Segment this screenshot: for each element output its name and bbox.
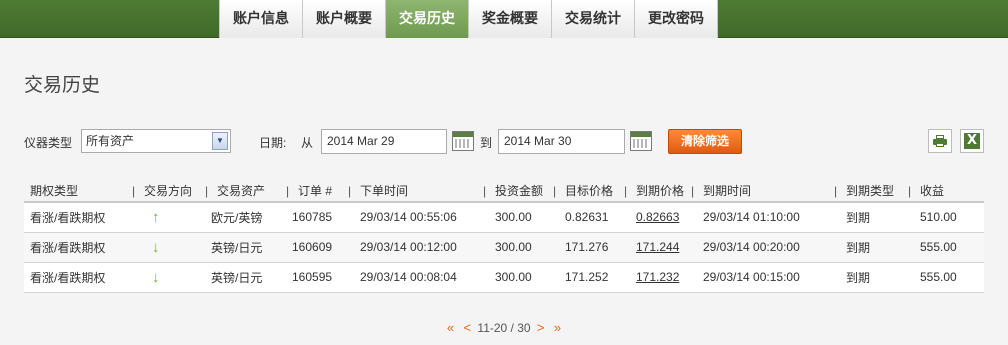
cell-option-type: 看涨/看跌期权 — [24, 262, 132, 293]
excel-icon: X — [964, 133, 980, 149]
table-row: 看涨/看跌期权 ↓ 英镑/日元 160595 29/03/14 00:08:04… — [24, 262, 984, 293]
tab-account-summary[interactable]: 账户概要 — [303, 0, 386, 38]
cell-amount: 300.00 — [483, 262, 553, 293]
cell-placed-time: 29/03/14 00:12:00 — [348, 232, 483, 263]
cell-option-type: 看涨/看跌期权 — [24, 202, 132, 233]
print-button[interactable] — [928, 129, 952, 153]
cell-amount: 300.00 — [483, 202, 553, 233]
col-header[interactable]: 到期时间 — [691, 180, 834, 203]
nav-tabs: 账户信息 账户概要 交易历史 奖金概要 交易统计 更改密码 — [219, 0, 718, 38]
cell-target-price: 0.82631 — [553, 202, 624, 233]
pagination: « < 11-20 / 30 > » — [0, 320, 1008, 335]
export-excel-button[interactable]: X — [960, 129, 984, 153]
cell-order: 160595 — [286, 262, 348, 293]
tab-change-password[interactable]: 更改密码 — [635, 0, 718, 38]
from-label: 从 — [301, 136, 314, 150]
cell-amount: 300.00 — [483, 232, 553, 263]
expiry-price-link[interactable]: 171.232 — [636, 270, 679, 284]
calendar-icon[interactable] — [630, 131, 652, 151]
top-nav-bar: 账户信息 账户概要 交易历史 奖金概要 交易统计 更改密码 — [0, 0, 1008, 38]
cell-profit: 555.00 — [908, 232, 984, 263]
tab-bonus-summary[interactable]: 奖金概要 — [469, 0, 552, 38]
cell-expiry-type: 到期 — [834, 232, 908, 263]
cell-asset: 英镑/日元 — [205, 262, 286, 293]
cell-asset: 英镑/日元 — [205, 232, 286, 263]
cell-expiry-type: 到期 — [834, 262, 908, 293]
trade-history-table: 期权类型 交易方向 交易资产 订单 # 下单时间 投资金额 目标价格 到期价格 … — [24, 180, 984, 293]
tab-account-info[interactable]: 账户信息 — [219, 0, 303, 38]
page-range: 11-20 / 30 — [477, 321, 531, 335]
expiry-price-link[interactable]: 0.82663 — [636, 210, 679, 224]
col-header[interactable]: 到期价格 — [624, 180, 691, 203]
table-row: 看涨/看跌期权 ↓ 英镑/日元 160609 29/03/14 00:12:00… — [24, 232, 984, 263]
calendar-icon[interactable] — [452, 131, 474, 151]
filter-bar: 仪器类型 所有资产 ▼ 日期: 从 2014 Mar 29 到 2014 Mar… — [24, 128, 984, 154]
table-row: 看涨/看跌期权 ↑ 欧元/英镑 160785 29/03/14 00:55:06… — [24, 202, 984, 233]
to-label: 到 — [480, 136, 493, 150]
cell-order: 160785 — [286, 202, 348, 233]
col-header[interactable]: 订单 # — [286, 180, 348, 203]
col-header[interactable]: 收益 — [908, 180, 984, 203]
col-header[interactable]: 交易方向 — [132, 180, 205, 203]
col-header[interactable]: 交易资产 — [205, 180, 286, 203]
to-date-input[interactable]: 2014 Mar 30 — [498, 129, 625, 154]
col-header[interactable]: 投资金额 — [483, 180, 553, 203]
instrument-select[interactable]: 所有资产 ▼ — [81, 129, 231, 153]
cell-target-price: 171.276 — [553, 232, 624, 263]
last-page-button[interactable]: » — [554, 320, 561, 335]
col-header[interactable]: 目标价格 — [553, 180, 624, 203]
cell-expiry-time: 29/03/14 00:20:00 — [691, 232, 834, 263]
arrow-down-icon: ↓ — [132, 232, 205, 263]
cell-expiry-time: 29/03/14 00:15:00 — [691, 262, 834, 293]
prev-page-button[interactable]: < — [463, 320, 471, 335]
cell-profit: 510.00 — [908, 202, 984, 233]
tab-trade-history[interactable]: 交易历史 — [386, 0, 469, 38]
printer-icon — [933, 135, 947, 147]
arrow-down-icon: ↓ — [132, 262, 205, 293]
instrument-select-value: 所有资产 — [86, 134, 135, 148]
cell-expiry-time: 29/03/14 01:10:00 — [691, 202, 834, 233]
cell-expiry-type: 到期 — [834, 202, 908, 233]
first-page-button[interactable]: « — [447, 320, 454, 335]
chevron-down-icon: ▼ — [212, 132, 228, 150]
instrument-label: 仪器类型 — [24, 136, 73, 150]
from-date-input[interactable]: 2014 Mar 29 — [321, 129, 447, 154]
next-page-button[interactable]: > — [537, 320, 545, 335]
cell-asset: 欧元/英镑 — [205, 202, 286, 233]
cell-placed-time: 29/03/14 00:55:06 — [348, 202, 483, 233]
cell-profit: 555.00 — [908, 262, 984, 293]
col-header[interactable]: 期权类型 — [24, 180, 132, 203]
cell-target-price: 171.252 — [553, 262, 624, 293]
expiry-price-link[interactable]: 171.244 — [636, 240, 679, 254]
clear-filter-button[interactable]: 清除筛选 — [668, 129, 742, 154]
cell-placed-time: 29/03/14 00:08:04 — [348, 262, 483, 293]
date-label: 日期: — [259, 136, 287, 150]
arrow-up-icon: ↑ — [132, 202, 205, 233]
tab-trade-stats[interactable]: 交易统计 — [552, 0, 635, 38]
table-header-row: 期权类型 交易方向 交易资产 订单 # 下单时间 投资金额 目标价格 到期价格 … — [24, 180, 984, 203]
cell-order: 160609 — [286, 232, 348, 263]
page-title: 交易历史 — [24, 75, 101, 96]
cell-option-type: 看涨/看跌期权 — [24, 232, 132, 263]
col-header[interactable]: 到期类型 — [834, 180, 908, 203]
col-header[interactable]: 下单时间 — [348, 180, 483, 203]
